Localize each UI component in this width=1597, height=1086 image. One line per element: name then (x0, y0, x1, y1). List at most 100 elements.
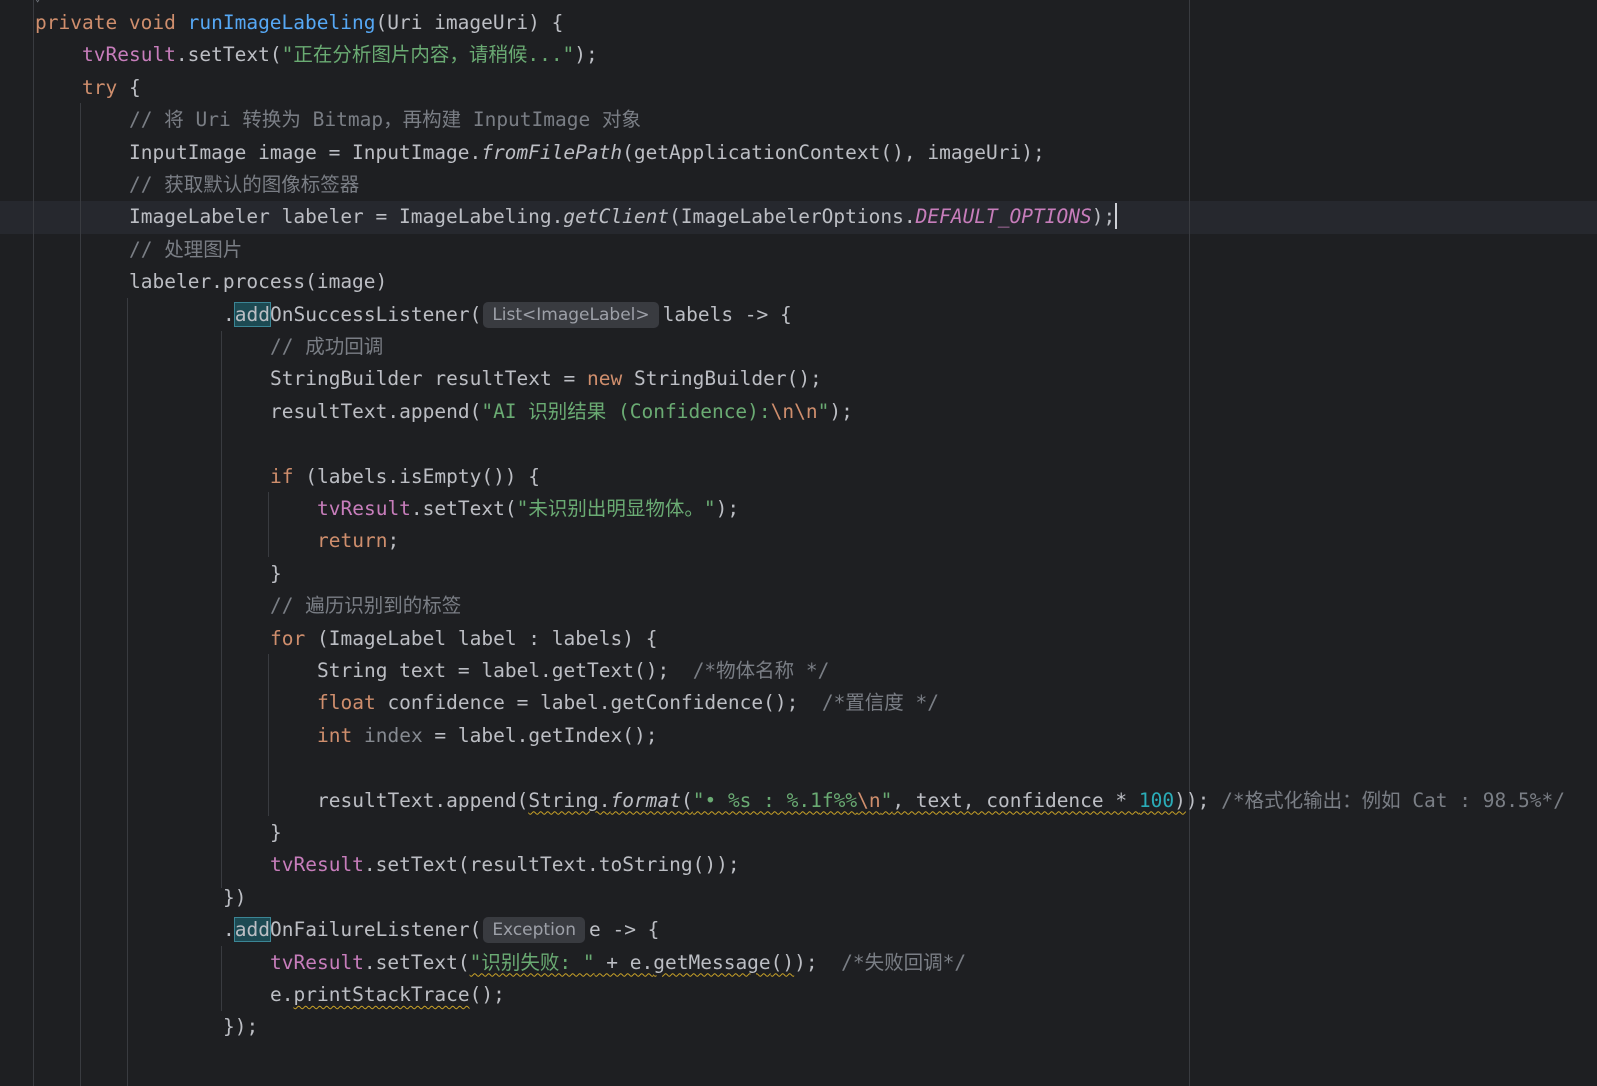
code-line[interactable]: if (labels.isEmpty()) { (270, 460, 540, 493)
code-token: ); (829, 399, 853, 423)
code-line[interactable]: } (270, 557, 282, 590)
code-token: }); (223, 1015, 259, 1039)
inlay-type-hint[interactable]: Exception (483, 917, 585, 944)
code-token: StringBuilder(); (622, 367, 822, 391)
indent-guide (221, 946, 222, 1011)
code-line[interactable]: resultText.append(String.format("• %s : … (317, 784, 1565, 817)
code-token: labels -> { (662, 302, 792, 326)
code-line[interactable]: tvResult.setText("未识别出明显物体。"); (317, 492, 739, 525)
indent-guide (127, 298, 128, 1086)
code-line[interactable]: tvResult.setText("正在分析图片内容，请稍候..."); (82, 38, 598, 71)
code-line[interactable]: // 将 Uri 转换为 Bitmap，再构建 InputImage 对象 (129, 103, 641, 136)
code-token: "未识别出明显物体。" (516, 497, 716, 520)
code-line[interactable]: .addOnFailureListener(Exception e -> { (223, 913, 659, 946)
code-token: /*物体名称 */ (692, 659, 830, 682)
code-line[interactable]: resultText.append("AI 识别结果 (Confidence):… (270, 395, 853, 428)
code-token: e -> { (588, 918, 660, 942)
code-token: e. (270, 983, 294, 1006)
code-token: /*格式化输出：例如 Cat : 98.5%*/ (1221, 788, 1565, 812)
code-token: 100 (1138, 788, 1175, 812)
code-editor[interactable]: ⌄ private void runImageLabeling(Uri imag… (0, 0, 1597, 1086)
code-token: // 遍历识别到的标签 (270, 594, 462, 618)
code-token: index (363, 723, 423, 747)
code-token: (ImageLabel label : labels) { (305, 626, 658, 650)
code-token: printStackTrace (293, 983, 470, 1006)
code-token: add (233, 917, 271, 943)
right-margin-guide (1189, 0, 1190, 1086)
code-token: ); (794, 950, 842, 974)
code-line[interactable]: String text = label.getText(); /*物体名称 */ (317, 654, 829, 687)
code-token: \n\n (770, 399, 818, 423)
code-line[interactable]: StringBuilder resultText = new StringBui… (270, 362, 822, 395)
code-line[interactable]: private void runImageLabeling(Uri imageU… (35, 6, 563, 39)
code-token: .setText(resultText.toString()); (363, 853, 740, 877)
code-token: .setText( (175, 43, 282, 67)
code-token: " (817, 399, 830, 423)
code-token: }) (223, 885, 247, 909)
code-line[interactable]: ImageLabeler labeler = ImageLabeling.get… (129, 200, 1118, 233)
code-token: new (586, 367, 623, 391)
code-line[interactable]: InputImage image = InputImage.fromFilePa… (129, 136, 1045, 169)
code-token: confidence = label.getConfidence(); (375, 691, 822, 715)
code-line[interactable]: tvResult.setText(resultText.toString()); (270, 848, 740, 881)
code-token: . (223, 918, 235, 942)
indent-guide (268, 654, 269, 816)
code-token: int (317, 723, 353, 747)
code-line[interactable]: } (270, 816, 282, 849)
code-token: String. (528, 788, 611, 812)
code-token: // 处理图片 (129, 237, 243, 261)
code-line[interactable]: // 获取默认的图像标签器 (129, 168, 359, 201)
indent-guide (80, 103, 81, 1086)
code-line[interactable]: try { (82, 71, 141, 104)
code-line[interactable]: tvResult.setText("识别失败: " + e.getMessage… (270, 946, 966, 979)
code-token: ( (680, 788, 693, 812)
fold-marker-icon[interactable]: ⌄ (34, 0, 54, 4)
code-line[interactable]: }); (223, 1010, 258, 1043)
code-token: (); (469, 983, 505, 1006)
code-line[interactable]: .addOnSuccessListener(List<ImageLabel> la… (223, 298, 792, 331)
code-token: ) (1174, 788, 1186, 812)
inlay-type-hint[interactable]: List<ImageLabel> (483, 301, 659, 328)
code-token: DEFAULT_OPTIONS (915, 205, 1092, 229)
code-token: (ImageLabelerOptions. (669, 205, 916, 229)
code-token: fromFilePath (481, 140, 623, 164)
code-line[interactable]: return; (317, 524, 399, 557)
code-token: labeler.process(image) (129, 270, 388, 294)
code-line[interactable]: int index = label.getIndex(); (317, 719, 658, 752)
code-token: if (270, 464, 294, 488)
code-token: , text, confidence * (892, 788, 1139, 812)
code-line[interactable]: }) (223, 881, 246, 914)
code-token: ); (574, 43, 598, 67)
code-token: /*失败回调*/ (841, 950, 967, 974)
code-token: ); (1185, 788, 1222, 812)
code-token: resultText.append( (270, 399, 482, 423)
code-token: (getApplicationContext(), imageUri); (622, 140, 1045, 164)
code-token: ); (715, 497, 740, 520)
code-line[interactable]: // 处理图片 (129, 233, 242, 266)
code-token: tvResult (270, 853, 364, 877)
code-token: getClient (563, 205, 670, 229)
code-token: { (117, 75, 141, 99)
code-line[interactable]: float confidence = label.getConfidence()… (317, 686, 939, 719)
code-token: format (610, 788, 681, 812)
code-token: .setText( (363, 950, 470, 974)
code-token: tvResult (270, 950, 364, 974)
code-line[interactable]: e.printStackTrace(); (270, 978, 505, 1011)
code-token: } (270, 821, 282, 844)
code-token: // 获取默认的图像标签器 (129, 173, 360, 196)
code-line[interactable]: for (ImageLabel label : labels) { (270, 622, 657, 655)
code-token: add (233, 301, 271, 327)
code-line[interactable]: labeler.process(image) (129, 265, 387, 298)
code-token: "AI 识别结果 (Confidence): (481, 399, 771, 423)
code-line[interactable]: // 遍历识别到的标签 (270, 589, 461, 622)
code-token: = label.getIndex(); (422, 723, 658, 747)
indent-guide (268, 492, 269, 557)
code-line[interactable]: // 成功回调 (270, 330, 383, 363)
code-token: " (880, 788, 893, 812)
code-token: runImageLabeling (187, 11, 376, 34)
code-token: float (317, 691, 376, 715)
indent-guide (221, 331, 222, 888)
code-token: resultText.append( (317, 788, 529, 812)
code-token: "识别失败: " (469, 950, 595, 974)
